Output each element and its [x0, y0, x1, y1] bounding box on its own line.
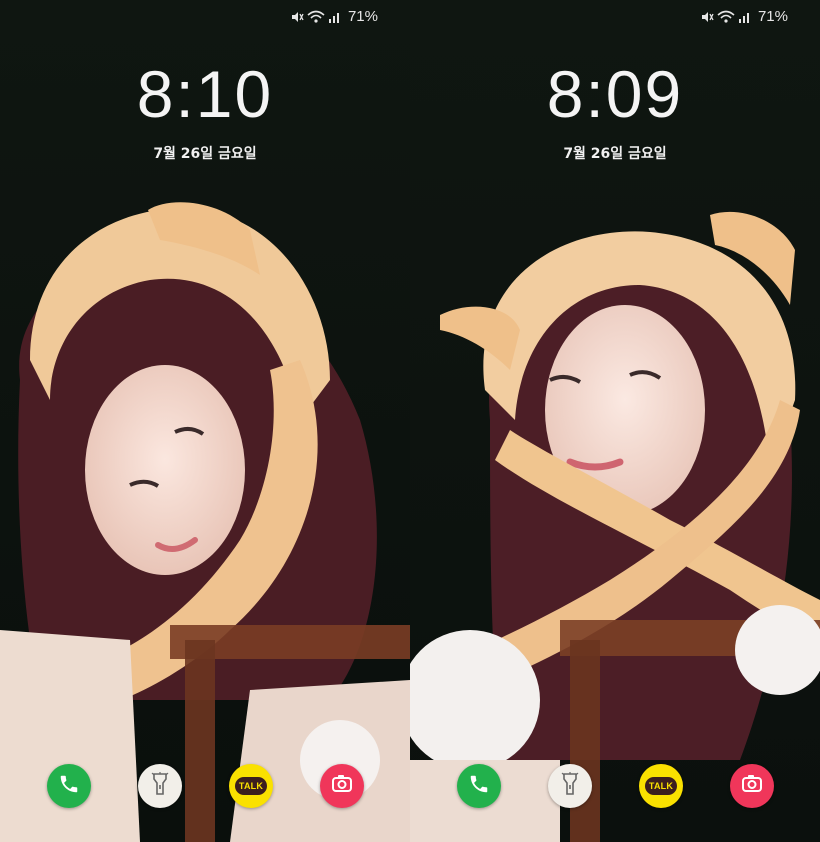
signal-icon [328, 10, 342, 24]
flashlight-shortcut[interactable] [138, 764, 182, 808]
wifi-icon [717, 10, 735, 24]
wifi-icon [307, 10, 325, 24]
status-bar: 71% [700, 8, 788, 25]
shortcut-dock: TALK [0, 764, 410, 810]
lock-date: 7월 26일 금요일 [563, 146, 667, 162]
status-bar: 71% [290, 8, 378, 25]
camera-shortcut[interactable] [730, 764, 774, 808]
phone-icon [468, 773, 490, 799]
lock-screen-right: 71% 8:09 7월 26일 금요일 TALK [410, 0, 820, 842]
shortcut-dock: TALK [410, 764, 820, 810]
lock-clock: 8:09 [546, 57, 684, 131]
flashlight-shortcut[interactable] [548, 764, 592, 808]
kakaotalk-icon: TALK [644, 777, 678, 795]
battery-percent: 71% [347, 8, 378, 25]
camera-shortcut[interactable] [320, 764, 364, 808]
lock-screen-left: 71% 8:10 7월 26일 금요일 TALK [0, 0, 410, 842]
signal-icon [738, 10, 752, 24]
kakaotalk-shortcut[interactable]: TALK [639, 764, 683, 808]
mute-icon [700, 10, 714, 24]
flashlight-icon [560, 772, 580, 800]
kakaotalk-shortcut[interactable]: TALK [229, 764, 273, 808]
flashlight-icon [150, 772, 170, 800]
camera-icon [741, 774, 763, 798]
lock-date: 7월 26일 금요일 [153, 146, 257, 162]
kakaotalk-icon: TALK [234, 777, 268, 795]
battery-percent: 71% [757, 8, 788, 25]
mute-icon [290, 10, 304, 24]
phone-shortcut[interactable] [457, 764, 501, 808]
camera-icon [331, 774, 353, 798]
lock-clock: 8:10 [136, 57, 274, 131]
phone-shortcut[interactable] [47, 764, 91, 808]
phone-icon [58, 773, 80, 799]
